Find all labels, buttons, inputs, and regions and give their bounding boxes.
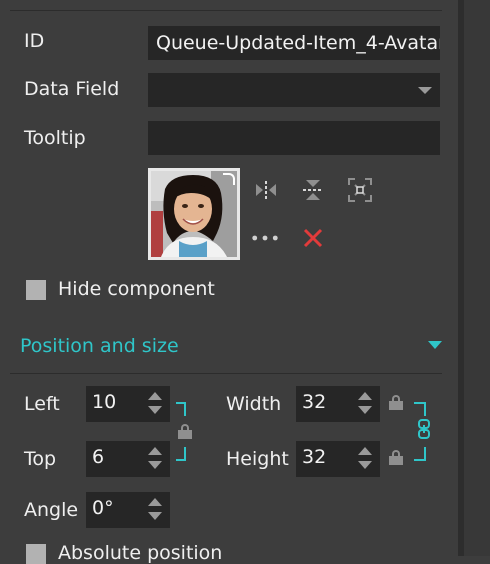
position-size-section-title[interactable]: Position and size bbox=[20, 335, 179, 357]
chevron-down-icon[interactable] bbox=[428, 341, 442, 349]
image-corner-icon bbox=[223, 173, 235, 185]
divider bbox=[10, 373, 442, 374]
id-input[interactable]: Queue-Updated-Item_4-Avatar bbox=[148, 26, 440, 60]
spinner-icon[interactable] bbox=[358, 392, 372, 416]
scrollbar-track[interactable] bbox=[464, 0, 490, 556]
hide-component-checkbox[interactable] bbox=[26, 280, 46, 300]
lock-icon[interactable] bbox=[389, 395, 403, 410]
left-input[interactable]: 10 bbox=[86, 386, 170, 422]
chevron-down-icon bbox=[418, 87, 432, 94]
id-label: ID bbox=[24, 30, 45, 52]
spinner-icon[interactable] bbox=[148, 392, 162, 416]
height-input[interactable]: 32 bbox=[296, 441, 380, 477]
divider bbox=[10, 10, 442, 11]
link-bracket-top bbox=[176, 402, 186, 416]
tooltip-label: Tooltip bbox=[24, 127, 86, 149]
left-label: Left bbox=[24, 393, 60, 415]
top-label: Top bbox=[24, 448, 57, 470]
aspect-bracket-top bbox=[414, 402, 426, 416]
more-options-icon[interactable] bbox=[251, 224, 279, 252]
absolute-position-checkbox[interactable] bbox=[26, 544, 46, 564]
aspect-bracket-bottom bbox=[414, 447, 426, 461]
link-bracket-bottom bbox=[176, 447, 186, 461]
left-value: 10 bbox=[92, 391, 117, 413]
width-value: 32 bbox=[302, 391, 327, 413]
data-field-label: Data Field bbox=[24, 78, 120, 100]
fit-to-bounds-icon[interactable] bbox=[346, 176, 374, 204]
width-label: Width bbox=[226, 393, 282, 415]
flip-horizontal-icon[interactable] bbox=[252, 176, 280, 204]
inspector-panel: ID Queue-Updated-Item_4-Avatar Data Fiel… bbox=[0, 0, 458, 564]
top-value: 6 bbox=[92, 446, 105, 468]
avatar-image[interactable] bbox=[148, 168, 240, 260]
lock-icon[interactable] bbox=[389, 450, 403, 465]
lock-icon[interactable] bbox=[178, 424, 192, 439]
angle-label: Angle bbox=[24, 499, 79, 521]
angle-input[interactable]: 0° bbox=[86, 492, 170, 528]
height-value: 32 bbox=[302, 446, 327, 468]
aspect-link-icon[interactable] bbox=[418, 419, 430, 439]
tooltip-input[interactable] bbox=[148, 121, 440, 155]
height-label: Height bbox=[226, 448, 289, 470]
top-input[interactable]: 6 bbox=[86, 441, 170, 477]
spinner-icon[interactable] bbox=[148, 498, 162, 522]
flip-vertical-icon[interactable] bbox=[299, 176, 327, 204]
remove-image-icon[interactable] bbox=[299, 224, 327, 252]
spinner-icon[interactable] bbox=[148, 447, 162, 471]
absolute-position-label: Absolute position bbox=[58, 542, 223, 564]
width-input[interactable]: 32 bbox=[296, 386, 380, 422]
data-field-select[interactable] bbox=[148, 73, 440, 107]
angle-value: 0° bbox=[92, 497, 114, 519]
hide-component-label: Hide component bbox=[58, 278, 215, 300]
spinner-icon[interactable] bbox=[358, 447, 372, 471]
